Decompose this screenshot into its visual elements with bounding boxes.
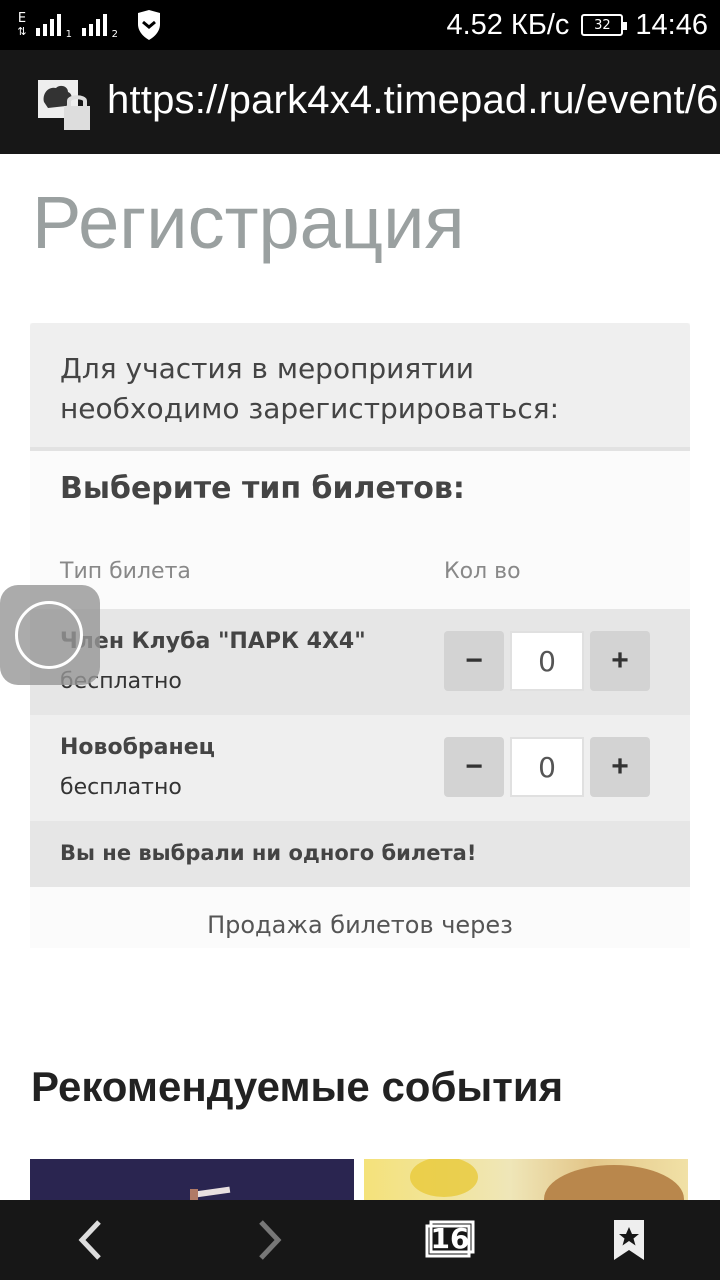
sim2-label: 2 bbox=[111, 29, 118, 40]
increase-button[interactable]: + bbox=[590, 737, 650, 797]
quantity-input[interactable] bbox=[510, 631, 584, 691]
decrease-button[interactable]: − bbox=[444, 631, 504, 691]
registration-panel: Для участия в мероприятии необходимо зар… bbox=[30, 323, 690, 948]
status-right: 4.52 КБ/с 32 14:46 bbox=[446, 0, 708, 50]
forward-arrow-icon bbox=[259, 1220, 282, 1260]
ticket-row: Член Клуба "ПАРК 4Х4" бесплатно − + bbox=[30, 609, 690, 715]
bookmark-star-icon bbox=[614, 1220, 644, 1260]
battery-level: 32 bbox=[594, 17, 611, 33]
ticket-row: Новобранец бесплатно − + bbox=[30, 715, 690, 821]
data-arrows-icon: ⇅ bbox=[17, 25, 27, 38]
tabs-button[interactable]: 16 bbox=[390, 1200, 510, 1280]
network-type-label: E bbox=[17, 11, 27, 26]
sale-via-text: Продажа билетов через bbox=[207, 911, 513, 939]
event-image-child bbox=[410, 1159, 684, 1200]
signal-icon: 2 bbox=[82, 14, 118, 40]
page-title: Регистрация bbox=[32, 181, 465, 264]
bookmarks-button[interactable] bbox=[569, 1200, 689, 1280]
ticket-name: Новобранец bbox=[60, 735, 215, 760]
quantity-input[interactable] bbox=[510, 737, 584, 797]
notice-line: Для участия в мероприятии bbox=[60, 352, 474, 385]
forward-button[interactable] bbox=[210, 1200, 330, 1280]
notice-line: необходимо зарегистрироваться: bbox=[60, 392, 560, 425]
status-bar: E ⇅ 1 2 4.52 КБ/с 32 14:46 bbox=[0, 0, 720, 50]
no-ticket-warning: Вы не выбрали ни одного билета! bbox=[30, 821, 690, 887]
column-header-quantity: Кол во bbox=[444, 559, 521, 584]
tabs-count: 16 bbox=[430, 1222, 470, 1255]
site-lock-icon[interactable] bbox=[38, 80, 92, 132]
signal-icon: 1 bbox=[36, 14, 72, 40]
decrease-button[interactable]: − bbox=[444, 737, 504, 797]
battery-icon: 32 bbox=[581, 14, 628, 36]
quantity-stepper: − + bbox=[444, 737, 650, 797]
sim1-label: 1 bbox=[65, 29, 72, 40]
ticket-price: бесплатно bbox=[60, 775, 182, 800]
circle-icon bbox=[15, 601, 83, 669]
recommended-events-heading: Рекомендуемые события bbox=[31, 1063, 564, 1110]
status-left: E ⇅ 1 2 bbox=[12, 8, 162, 42]
notice-text: Для участия в мероприятии необходимо зар… bbox=[60, 349, 559, 429]
network-speed: 4.52 КБ/с bbox=[446, 8, 570, 41]
clock: 14:46 bbox=[635, 8, 708, 41]
event-card-image[interactable] bbox=[30, 1159, 354, 1200]
url-field[interactable]: https://park4x4.timepad.ru/event/63068 bbox=[107, 78, 720, 123]
address-bar[interactable]: https://park4x4.timepad.ru/event/63068 bbox=[0, 50, 720, 154]
quantity-stepper: − + bbox=[444, 631, 650, 691]
back-button[interactable] bbox=[30, 1200, 150, 1280]
ticket-type-heading: Выберите тип билетов: bbox=[60, 471, 465, 506]
back-arrow-icon bbox=[78, 1220, 101, 1260]
warning-text: Вы не выбрали ни одного билета! bbox=[60, 841, 477, 865]
registration-notice: Для участия в мероприятии необходимо зар… bbox=[30, 323, 690, 451]
floating-assistive-button[interactable] bbox=[0, 585, 100, 685]
column-header-ticket-type: Тип билета bbox=[60, 559, 191, 584]
ticket-name: Член Клуба "ПАРК 4Х4" bbox=[60, 629, 366, 654]
shield-icon bbox=[138, 10, 160, 40]
increase-button[interactable]: + bbox=[590, 631, 650, 691]
network-type: E ⇅ bbox=[12, 12, 32, 38]
event-card-image[interactable] bbox=[364, 1159, 688, 1200]
bottom-navigation: 16 bbox=[0, 1200, 720, 1280]
event-image-telescope bbox=[190, 1186, 231, 1200]
